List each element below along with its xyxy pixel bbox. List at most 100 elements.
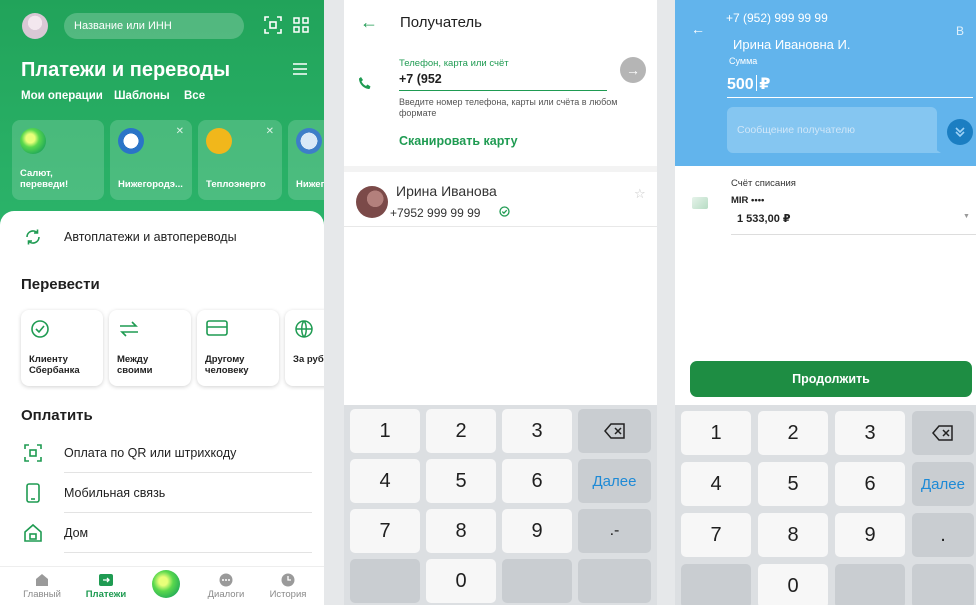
scan-qr-icon[interactable]: [262, 14, 284, 36]
pay-mobile-item[interactable]: Мобильная связь: [64, 486, 165, 500]
next-key[interactable]: Далее: [578, 459, 651, 503]
backspace-icon: [932, 425, 953, 441]
key-1[interactable]: 1: [681, 411, 751, 455]
payments-tab-icon: [99, 574, 113, 586]
currency-symbol: ₽: [759, 76, 771, 93]
key-0[interactable]: 0: [426, 559, 496, 603]
key-9[interactable]: 9: [502, 509, 572, 553]
contact-avatar: [356, 186, 388, 218]
card-name[interactable]: MIR ••••: [731, 195, 764, 206]
divider: [64, 552, 312, 553]
pay-home-item[interactable]: Дом: [64, 526, 88, 540]
transfer-card-abroad[interactable]: За руб: [285, 310, 324, 386]
home-tab-icon: [36, 574, 48, 586]
tab-payments[interactable]: Платежи: [76, 567, 136, 605]
key-2[interactable]: 2: [426, 409, 496, 453]
subnav-operations[interactable]: Мои операции: [21, 90, 103, 102]
tab-dialogs[interactable]: Диалоги: [196, 567, 256, 605]
contact-phone[interactable]: +7952 999 99 99: [390, 206, 480, 220]
scan-card-link[interactable]: Сканировать карту: [399, 134, 518, 148]
sticker-button[interactable]: [947, 119, 973, 145]
key-6[interactable]: 6: [835, 462, 905, 506]
transfer-card-own[interactable]: Между своими: [109, 310, 191, 386]
dot-dash-key[interactable]: .-: [578, 509, 651, 553]
pay-qr-item[interactable]: Оплата по QR или штрихкоду: [64, 446, 236, 460]
key-8[interactable]: 8: [758, 513, 828, 557]
quick-card-nizheg[interactable]: Нижег: [288, 120, 324, 200]
menu-icon[interactable]: [292, 62, 308, 81]
recipient-input[interactable]: +7 (952: [399, 72, 607, 91]
tab-label: История: [269, 589, 307, 600]
key-6[interactable]: 6: [502, 459, 572, 503]
transfer-card-other[interactable]: Другому человеку: [197, 310, 279, 386]
divider: [344, 226, 657, 227]
dropdown-caret-icon[interactable]: ▼: [963, 213, 970, 220]
autopay-link[interactable]: Автоплатежи и автопереводы: [64, 230, 237, 244]
key-4[interactable]: 4: [681, 462, 751, 506]
transfer-card-sber[interactable]: Клиенту Сбербанка: [21, 310, 103, 386]
backspace-key[interactable]: [578, 409, 651, 453]
mobile-icon: [22, 482, 44, 504]
search-input[interactable]: Название или ИНН: [64, 13, 244, 39]
tab-label: Диалоги: [207, 589, 245, 600]
quick-card-teploenergo[interactable]: ✕ Теплоэнерго: [198, 120, 282, 200]
continue-button[interactable]: Продолжить: [690, 361, 972, 397]
contact-name[interactable]: Ирина Иванова: [396, 183, 497, 199]
quick-card-nizhegorod[interactable]: ✕ Нижегородэ...: [110, 120, 192, 200]
amount-label: Сумма: [729, 56, 758, 66]
key-1[interactable]: 1: [350, 409, 420, 453]
card-balance[interactable]: 1 533,00 ₽: [737, 212, 791, 225]
sticker-icon: [955, 127, 965, 138]
sber-check-icon: [499, 206, 510, 220]
phone-icon: [358, 76, 372, 95]
dot-key[interactable]: .: [912, 513, 974, 557]
blank-key-right: [502, 559, 572, 603]
blank-key-corner: [912, 564, 974, 605]
key-3[interactable]: 3: [502, 409, 572, 453]
key-5[interactable]: 5: [426, 459, 496, 503]
grid-icon[interactable]: [290, 14, 312, 36]
quick-card-label: Нижегородэ...: [118, 179, 183, 190]
star-icon[interactable]: ☆: [634, 186, 646, 202]
back-arrow-icon[interactable]: ←: [691, 21, 705, 37]
tab-main[interactable]: Главный: [12, 567, 72, 605]
amount-input[interactable]: 500 ₽: [727, 74, 973, 98]
key-4[interactable]: 4: [350, 459, 420, 503]
transfer-card-label: Клиенту Сбербанка: [29, 354, 80, 376]
key-8[interactable]: 8: [426, 509, 496, 553]
qr-icon: [22, 442, 44, 464]
backspace-key[interactable]: [912, 411, 974, 455]
recipient-toolbar: ← Получатель: [344, 0, 657, 44]
next-key[interactable]: Далее: [912, 462, 974, 506]
tab-salut[interactable]: [136, 567, 196, 605]
quick-card-salut[interactable]: Салют, переведи!: [12, 120, 104, 200]
key-5[interactable]: 5: [758, 462, 828, 506]
bottom-tabbar: Главный Платежи Диалоги История: [0, 566, 324, 605]
refresh-icon: [22, 226, 44, 248]
avatar[interactable]: [22, 13, 48, 39]
tab-history[interactable]: История: [258, 567, 318, 605]
page-title: Платежи и переводы: [21, 59, 231, 81]
swap-icon: [118, 319, 138, 339]
close-icon[interactable]: ✕: [266, 126, 274, 137]
subnav-templates[interactable]: Шаблоны: [114, 90, 170, 102]
screen-gap-1: [324, 0, 344, 605]
key-0[interactable]: 0: [758, 564, 828, 605]
go-arrow-button[interactable]: →: [620, 57, 646, 83]
key-9[interactable]: 9: [835, 513, 905, 557]
gazprom-logo-icon: [118, 128, 144, 154]
tab-label: Платежи: [85, 589, 127, 600]
key-7[interactable]: 7: [350, 509, 420, 553]
building-logo-icon: [296, 128, 322, 154]
card-icon: [206, 319, 228, 339]
subnav-all[interactable]: Все: [184, 90, 205, 102]
close-icon[interactable]: ✕: [176, 126, 184, 137]
recipient-field-label: Телефон, карта или счёт: [399, 58, 509, 69]
message-input[interactable]: Сообщение получателю: [727, 107, 937, 153]
back-arrow-icon[interactable]: ←: [360, 12, 378, 33]
divider: [731, 234, 976, 235]
card-icon: [692, 197, 708, 209]
key-2[interactable]: 2: [758, 411, 828, 455]
key-3[interactable]: 3: [835, 411, 905, 455]
key-7[interactable]: 7: [681, 513, 751, 557]
